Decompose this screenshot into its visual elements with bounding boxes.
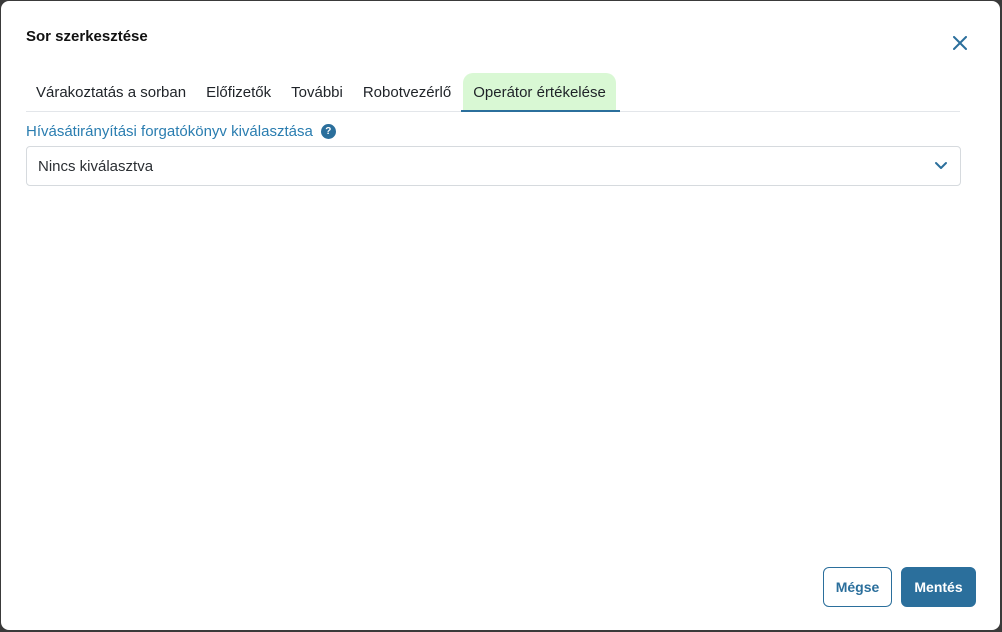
help-icon[interactable]: ? [320,124,336,139]
close-button[interactable] [949,32,971,54]
tab-label: Előfizetők [206,83,272,101]
select-value: Nincs kiválasztva [38,157,154,175]
save-button[interactable]: Mentés [901,567,976,607]
tab-robot-controller[interactable]: Robotvezérlő [353,73,461,111]
tab-bar: Várakoztatás a sorban Előfizetők További… [26,73,960,112]
tab-label: Robotvezérlő [362,83,452,101]
tab-operator-rating[interactable]: Operátor értékelése [461,73,620,112]
tab-label: További [291,83,343,101]
dialog-title: Sor szerkesztése [26,28,148,45]
tab-more[interactable]: További [281,73,353,111]
tab-label: Operátor értékelése [473,83,606,101]
close-icon [953,36,967,50]
scenario-field-label: Hívásátirányítási forgatókönyv kiválaszt… [26,123,336,140]
scenario-label-text: Hívásátirányítási forgatókönyv kiválaszt… [26,123,313,140]
tab-label: Várakoztatás a sorban [36,83,187,101]
tab-subscribers[interactable]: Előfizetők [196,73,281,111]
edit-queue-dialog: Sor szerkesztése Várakoztatás a sorban E… [1,1,1000,630]
scenario-select[interactable]: Nincs kiválasztva [26,146,961,186]
cancel-button[interactable]: Mégse [823,567,892,607]
chevron-down-icon [934,159,948,173]
tab-queueing[interactable]: Várakoztatás a sorban [26,73,196,111]
